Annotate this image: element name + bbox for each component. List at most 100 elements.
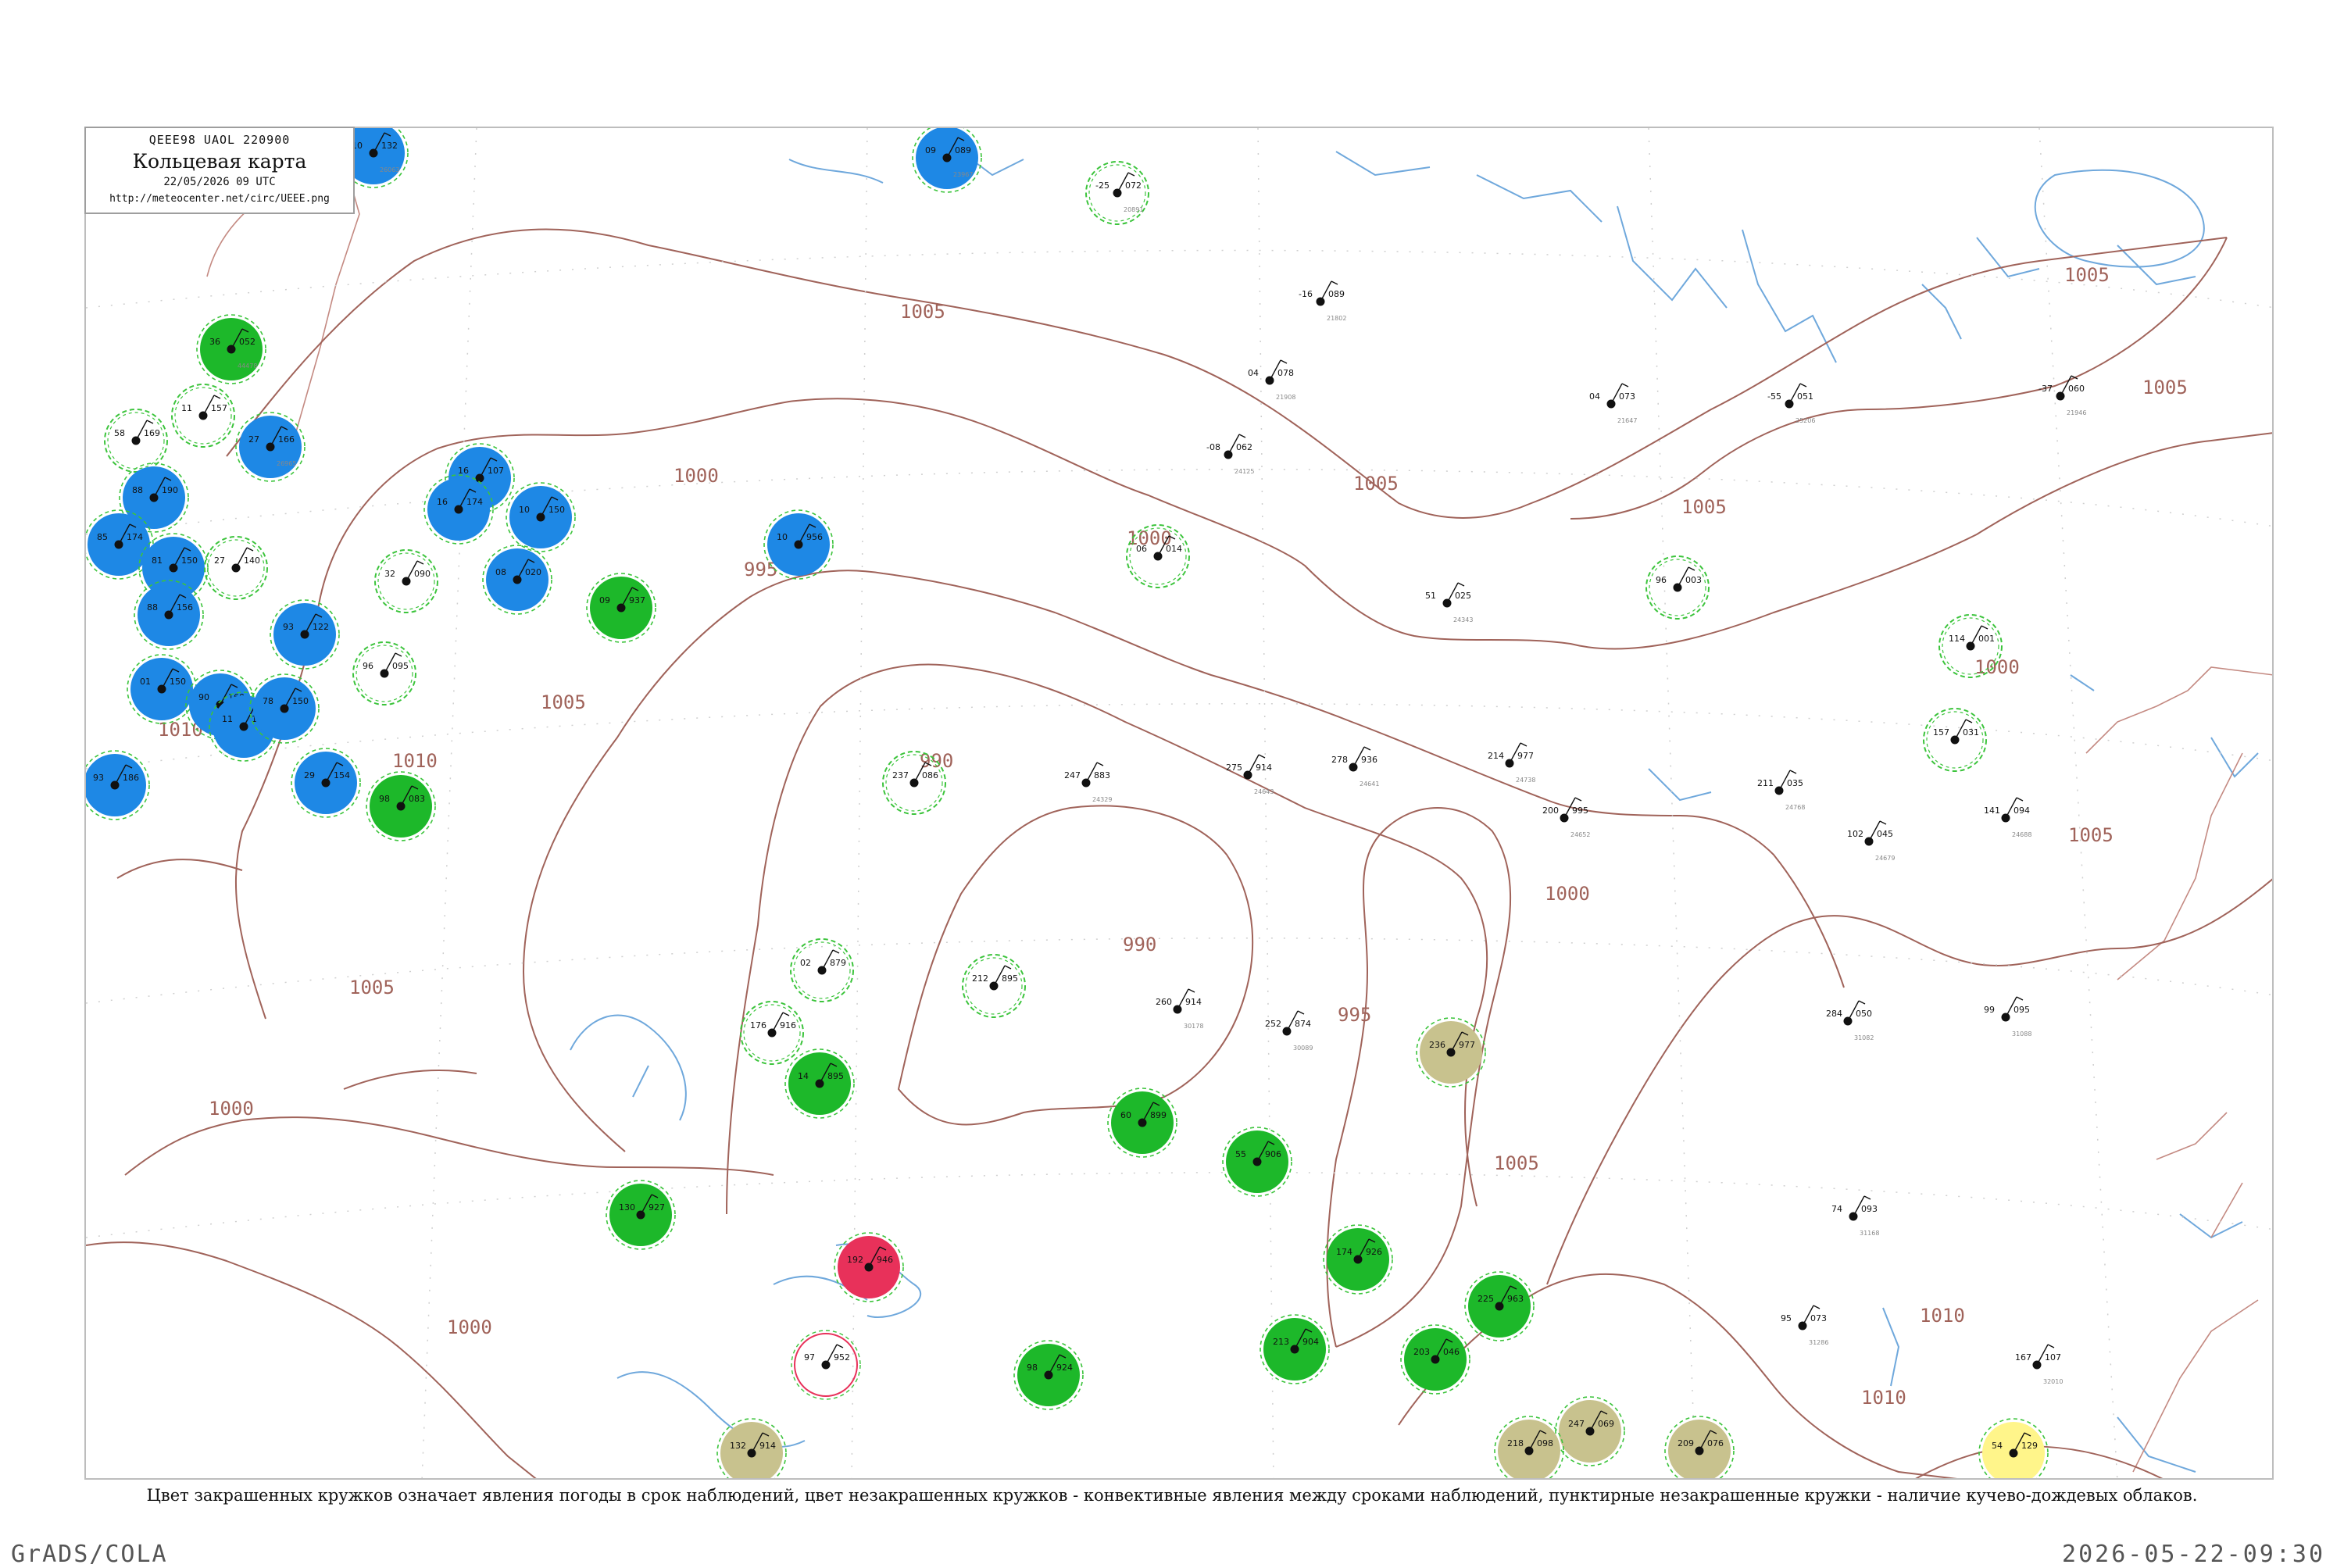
station-plot[interactable]: 060 -37 21946 xyxy=(2038,375,2086,416)
station-pressure: 166 xyxy=(278,434,295,445)
station-plot[interactable]: 107 167 32010 xyxy=(2015,1344,2063,1385)
station-plot[interactable]: 874 252 30089 xyxy=(1265,1010,1313,1052)
station-plot[interactable]: 098 218 xyxy=(1494,1416,1564,1480)
render-timestamp: 2026-05-22-09:30 xyxy=(2062,1541,2325,1568)
station-plot[interactable]: 186 93 xyxy=(86,750,150,820)
station-plot[interactable]: 157 11 xyxy=(171,384,235,448)
station-plot[interactable]: 089 -16 21802 xyxy=(1299,280,1346,322)
station-plot[interactable]: 169 58 xyxy=(104,409,168,473)
station-pressure: 069 xyxy=(1598,1419,1614,1429)
station-plot[interactable]: 916 176 xyxy=(740,1001,804,1065)
station-plot[interactable]: 150 10 xyxy=(506,482,576,552)
wind-barb-feather xyxy=(1363,746,1371,751)
wind-barb-feather xyxy=(782,1012,790,1016)
station-plot[interactable]: 963 225 xyxy=(1464,1271,1535,1341)
station-temperature: 58 xyxy=(114,428,125,438)
station-pressure: 073 xyxy=(1619,391,1635,402)
station-plot[interactable]: 062 -08 24125 xyxy=(1206,434,1254,475)
station-temperature: -55 xyxy=(1767,391,1781,402)
station-plot[interactable]: 946 192 xyxy=(834,1232,904,1302)
station-plot[interactable]: 914 132 xyxy=(716,1418,787,1480)
station-pressure: 190 xyxy=(162,485,178,495)
station-plot[interactable]: 072 -25 20891 xyxy=(1085,161,1149,225)
isobar-label: 1005 xyxy=(900,301,945,323)
station-index: 23967 xyxy=(953,171,973,178)
station-plot[interactable]: 995 200 24652 xyxy=(1542,797,1590,838)
station-temperature: 275 xyxy=(1226,763,1242,773)
map-frame: 1005 1005 1005 1005 1005 1005 1005 1005 1005 1000… xyxy=(84,127,2274,1480)
station-plot[interactable]: 090 32 xyxy=(374,549,438,613)
station-plot[interactable]: 937 09 xyxy=(586,573,656,643)
station-index: 25206 xyxy=(1796,417,1815,424)
station-plot[interactable]: 046 203 xyxy=(1400,1324,1470,1395)
station-plot[interactable]: 150 01 xyxy=(127,654,197,724)
isobar-label: 1000 xyxy=(447,1316,492,1338)
station-plot[interactable]: 031 157 xyxy=(1923,708,1987,772)
station-plot[interactable]: 926 174 xyxy=(1323,1224,1393,1295)
station-plot[interactable]: 051 -55 25206 xyxy=(1767,383,1815,424)
station-plot[interactable]: 956 10 xyxy=(763,509,834,580)
station-plot[interactable]: 952 97 xyxy=(791,1330,861,1400)
station-plot[interactable]: 073 04 21647 xyxy=(1589,383,1637,424)
wind-barb-feather xyxy=(1004,965,1012,970)
station-plot[interactable]: 936 278 24641 xyxy=(1331,746,1379,788)
station-temperature: 36 xyxy=(209,337,220,347)
station-plot[interactable]: 122 93 xyxy=(270,599,340,670)
station-plot[interactable]: 035 211 24768 xyxy=(1757,770,1805,811)
station-plot[interactable]: 089 09 23967 xyxy=(912,128,982,193)
station-index: 24738 xyxy=(1516,777,1535,784)
station-plot[interactable]: 073 95 31286 xyxy=(1781,1305,1828,1346)
station-plot[interactable]: 052 36 44478 xyxy=(196,314,266,384)
station-pressure: 003 xyxy=(1685,575,1702,585)
station-plot[interactable]: 150 78 xyxy=(249,673,320,744)
station-temperature: 90 xyxy=(198,692,209,702)
station-plot[interactable]: 003 96 xyxy=(1645,555,1710,620)
station-pressure: 174 xyxy=(127,532,143,542)
station-plot[interactable]: 095 99 31088 xyxy=(1984,996,2031,1038)
station-index: 24125 xyxy=(1235,468,1254,475)
station-temperature: 04 xyxy=(1248,368,1259,378)
station-plot[interactable]: 895 14 xyxy=(784,1048,855,1119)
wind-barb-feather xyxy=(1813,1305,1821,1309)
station-plot[interactable]: 094 141 24688 xyxy=(1984,797,2031,838)
station-plot[interactable]: 050 284 31082 xyxy=(1826,1000,1874,1041)
station-plot[interactable]: 977 214 24738 xyxy=(1488,742,1535,784)
station-pressure: 001 xyxy=(1978,634,1995,644)
station-plot[interactable]: 129 54 xyxy=(1978,1418,2049,1480)
station-plot[interactable]: 879 02 xyxy=(790,938,854,1002)
station-plot[interactable]: 025 51 24343 xyxy=(1425,582,1473,623)
station-plot[interactable]: 924 98 xyxy=(1013,1340,1084,1410)
station-plot[interactable]: 914 275 24643 xyxy=(1226,754,1274,795)
station-plot[interactable]: 914 260 30178 xyxy=(1156,988,1203,1030)
wind-barb-feather xyxy=(1863,1195,1871,1200)
station-index: 20891 xyxy=(1124,206,1143,213)
station-plot[interactable]: 045 102 24679 xyxy=(1847,820,1895,862)
station-plot[interactable]: 899 60 xyxy=(1107,1088,1177,1158)
wind-barb-feather xyxy=(1879,820,1887,825)
station-plot[interactable]: 093 74 31168 xyxy=(1831,1195,1879,1237)
station-plot[interactable]: 001 114 xyxy=(1938,614,2003,678)
station-plot[interactable]: 154 29 xyxy=(291,748,361,818)
station-temperature: 174 xyxy=(1336,1247,1352,1257)
station-plot[interactable]: 069 247 xyxy=(1555,1396,1625,1466)
station-plot[interactable]: 904 213 xyxy=(1260,1314,1330,1384)
station-plot[interactable]: 166 27 26965 xyxy=(235,412,306,482)
station-plot[interactable]: 078 04 21908 xyxy=(1248,359,1295,401)
station-temperature: 203 xyxy=(1413,1347,1430,1357)
isobar-label: 1000 xyxy=(1545,883,1590,905)
station-pressure: 132 xyxy=(381,141,398,151)
station-plot[interactable]: 020 08 xyxy=(482,545,552,615)
station-plot[interactable]: 140 27 xyxy=(204,536,268,600)
station-plot[interactable]: 927 130 xyxy=(606,1180,676,1250)
station-temperature: 98 xyxy=(379,794,390,804)
station-temperature: 29 xyxy=(304,770,315,780)
isobar-label: 1010 xyxy=(392,750,438,772)
station-temperature: 16 xyxy=(458,466,469,476)
station-plot[interactable]: 895 212 xyxy=(962,954,1026,1018)
station-plot[interactable]: 906 55 xyxy=(1222,1127,1292,1197)
station-plot[interactable]: 076 209 xyxy=(1664,1416,1735,1480)
station-plot[interactable]: 095 96 xyxy=(352,641,416,705)
station-plot[interactable]: 883 247 24329 xyxy=(1064,762,1112,803)
wind-barb-feather xyxy=(1096,762,1104,766)
station-plot[interactable]: 083 98 xyxy=(366,771,436,841)
